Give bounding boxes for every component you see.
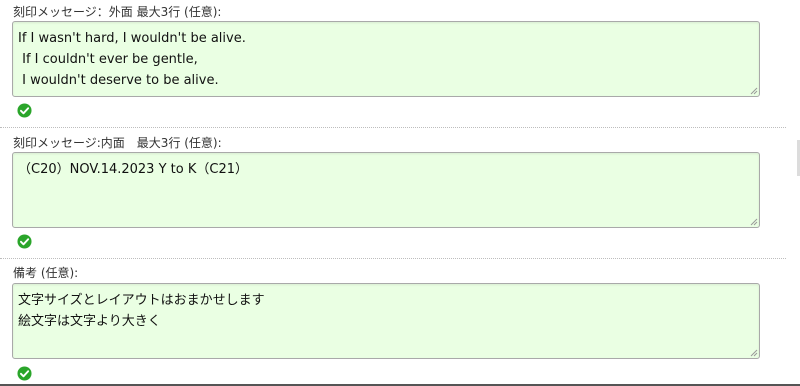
remarks-textarea[interactable]: 文字サイズとレイアウトはおまかせします 絵文字は文字より大きく	[12, 283, 760, 359]
section-divider	[0, 127, 786, 128]
inner-message-textarea[interactable]: （C20）NOV.14.2023 Y to K（C21）	[12, 152, 760, 228]
resize-grip-icon[interactable]	[750, 87, 758, 95]
section-divider	[0, 258, 786, 259]
outer-message-line-3: I wouldn't deserve to be alive.	[18, 73, 219, 88]
outer-message-label: 刻印メッセージ：外面 最大3行 (任意):	[13, 5, 222, 19]
outer-message-line-2: If I couldn't ever be gentle,	[18, 52, 198, 67]
engraving-form: 刻印メッセージ：外面 最大3行 (任意): If I wasn't hard, …	[0, 0, 800, 386]
resize-grip-icon[interactable]	[750, 349, 758, 357]
inner-message-line-1: （C20）NOV.14.2023 Y to K（C21）	[18, 162, 248, 177]
resize-grip-icon[interactable]	[750, 218, 758, 226]
inner-message-label: 刻印メッセージ:内面 最大3行 (任意):	[13, 136, 222, 150]
remarks-label: 備考 (任意):	[13, 266, 79, 280]
outer-message-textarea[interactable]: If I wasn't hard, I wouldn't be alive. I…	[12, 21, 760, 97]
check-circle-icon	[17, 234, 32, 249]
remarks-line-2: 絵文字は文字より大きく	[18, 314, 161, 329]
check-circle-icon	[17, 103, 32, 118]
remarks-line-1: 文字サイズとレイアウトはおまかせします	[18, 293, 265, 308]
outer-message-line-1: If I wasn't hard, I wouldn't be alive.	[18, 31, 246, 46]
check-circle-icon	[17, 366, 32, 381]
